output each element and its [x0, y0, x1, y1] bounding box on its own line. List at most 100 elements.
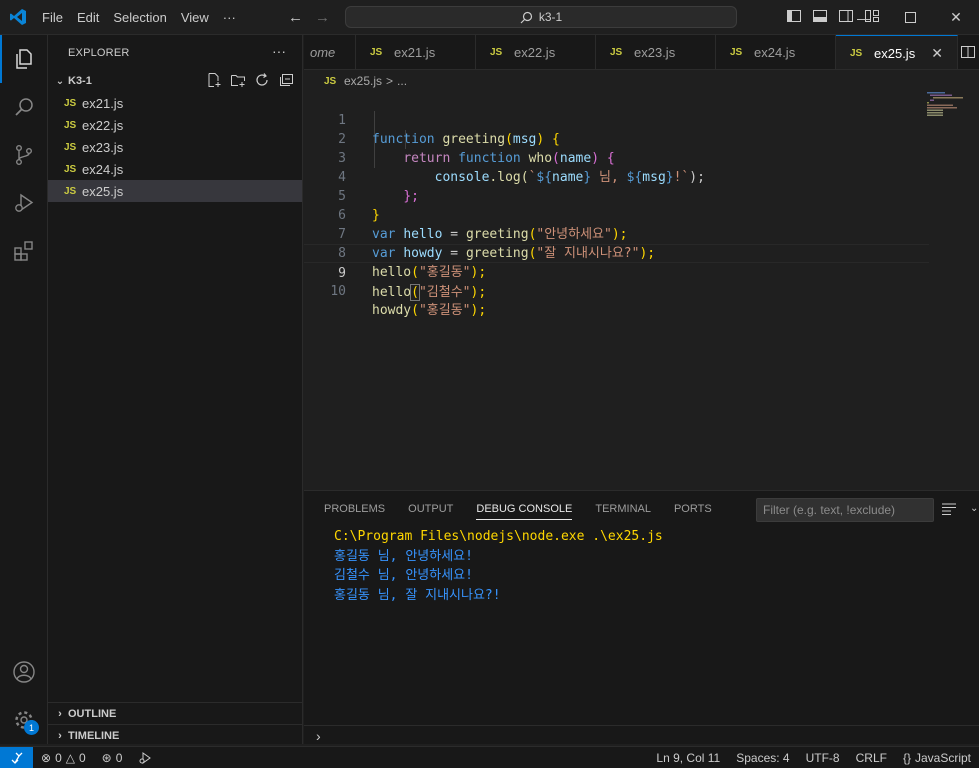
minimap[interactable]	[927, 92, 967, 116]
debug-console-output: C:\Program Files\nodejs\node.exe .\ex25.…	[334, 527, 663, 605]
vscode-logo-icon	[0, 0, 35, 35]
debug-status-icon[interactable]	[130, 747, 160, 768]
file-item-ex22[interactable]: JS ex22.js	[48, 114, 302, 136]
console-input[interactable]: ›	[304, 725, 979, 745]
explorer-sidebar: EXPLORER ··· ⌄ K3-1 JS ex21.js JS ex22.js …	[48, 35, 303, 744]
breadcrumb-separator: >	[386, 74, 394, 88]
status-bar: ⊗ 0 △ 0 ⊛ 0 Ln 9, Col 11 Spaces: 4 UTF-8…	[0, 746, 979, 768]
broadcast-icon: ⊛	[101, 750, 112, 765]
tab-terminal[interactable]: TERMINAL	[595, 503, 651, 515]
tab-ex23[interactable]: JS ex23.js	[596, 35, 716, 69]
js-file-icon: JS	[64, 141, 77, 153]
refresh-icon[interactable]	[254, 72, 270, 91]
command-center-search[interactable]: k3-1	[345, 6, 737, 28]
activity-bar: 1	[0, 35, 48, 744]
file-item-ex24[interactable]: JS ex24.js	[48, 158, 302, 180]
source-control-icon[interactable]	[0, 131, 48, 179]
tab-ex24[interactable]: JS ex24.js	[716, 35, 836, 69]
timeline-label: TIMELINE	[68, 729, 120, 742]
braces-icon: {}	[902, 751, 911, 765]
error-count: 0	[55, 750, 62, 765]
extensions-icon[interactable]	[0, 227, 48, 275]
js-file-icon: JS	[730, 47, 743, 58]
outline-section[interactable]: › OUTLINE	[48, 702, 303, 724]
close-tab-icon[interactable]: ✕	[931, 45, 943, 62]
file-item-ex25[interactable]: JS ex25.js	[48, 180, 302, 202]
warning-count: 0	[78, 750, 86, 765]
js-file-icon: JS	[64, 185, 77, 197]
language-mode[interactable]: {} JavaScript	[895, 747, 979, 768]
js-file-icon: JS	[370, 47, 383, 58]
toggle-primary-sidebar-icon[interactable]	[786, 8, 802, 27]
console-output-line: 홍길동 님, 안녕하세요!	[334, 548, 473, 564]
breadcrumb-file[interactable]: ex25.js	[344, 74, 382, 88]
code-editor[interactable]: 1 function greeting(msg) { 2 return func…	[304, 92, 979, 490]
accounts-icon[interactable]	[0, 648, 48, 696]
cursor-position[interactable]: Ln 9, Col 11	[648, 747, 728, 768]
menu-selection[interactable]: Selection	[106, 0, 173, 35]
collapse-all-icon[interactable]	[278, 72, 294, 91]
folder-k3-1[interactable]: ⌄ K3-1	[48, 70, 302, 92]
tab-output[interactable]: OUTPUT	[408, 503, 453, 515]
tab-partial[interactable]: ome	[304, 35, 356, 69]
clear-console-icon[interactable]	[942, 503, 956, 518]
menu-file[interactable]: File	[35, 0, 70, 35]
breadcrumb-more[interactable]: ...	[397, 74, 407, 88]
toggle-panel-icon[interactable]	[812, 8, 828, 27]
tab-ports[interactable]: PORTS	[674, 503, 712, 515]
tab-ex25[interactable]: JS ex25.js ✕	[836, 35, 958, 69]
manage-gear-icon[interactable]: 1	[0, 696, 48, 744]
js-file-icon: JS	[64, 97, 77, 109]
line-ending[interactable]: CRLF	[848, 747, 895, 768]
js-file-icon: JS	[610, 47, 623, 58]
notification-badge: 1	[24, 720, 39, 735]
file-label: ex25.js	[82, 183, 124, 199]
back-arrow-icon[interactable]: ←	[288, 9, 303, 26]
file-item-ex23[interactable]: JS ex23.js	[48, 136, 302, 158]
split-editor-icon[interactable]	[958, 35, 978, 69]
tab-ex21[interactable]: JS ex21.js	[356, 35, 476, 69]
explorer-icon[interactable]	[0, 35, 48, 83]
search-activity-icon[interactable]	[0, 83, 48, 131]
file-item-ex21[interactable]: JS ex21.js	[48, 92, 302, 114]
code-line: 3 console.log(`${name} 님, ${msg}!`);	[304, 130, 929, 185]
ports-status[interactable]: ⊛ 0	[94, 747, 131, 768]
menu-edit[interactable]: Edit	[70, 0, 106, 35]
tab-label: ex23.js	[634, 45, 676, 60]
encoding[interactable]: UTF-8	[798, 747, 848, 768]
menu-more[interactable]: ···	[216, 0, 243, 35]
new-folder-icon[interactable]	[230, 72, 246, 91]
tab-label: ex21.js	[394, 45, 436, 60]
code-line: 8 hello("홍길동");	[304, 225, 929, 280]
tab-debug-console[interactable]: DEBUG CONSOLE	[476, 503, 573, 520]
js-file-icon: JS	[850, 47, 863, 59]
console-filter-input[interactable]: Filter (e.g. text, !exclude)	[756, 498, 934, 522]
search-icon	[520, 11, 532, 23]
code-line: 4 };	[304, 149, 929, 204]
file-label: ex21.js	[82, 95, 124, 111]
line-number: 10	[330, 284, 346, 299]
bottom-panel: PROBLEMS OUTPUT DEBUG CONSOLE TERMINAL P…	[304, 490, 979, 744]
close-window-button[interactable]: ✕	[933, 0, 979, 35]
js-file-icon: JS	[64, 119, 77, 131]
problems-status[interactable]: ⊗ 0 △ 0	[33, 747, 94, 768]
panel-more-icon[interactable]: ⌄	[970, 503, 978, 518]
indentation[interactable]: Spaces: 4	[728, 747, 797, 768]
remote-indicator-icon[interactable]	[0, 746, 33, 768]
title-bar: File Edit Selection View ··· ← → k3-1 — …	[0, 0, 979, 35]
more-actions-icon[interactable]: ···	[272, 43, 286, 59]
tab-problems[interactable]: PROBLEMS	[324, 503, 385, 515]
menu-view[interactable]: View	[174, 0, 216, 35]
forward-arrow-icon[interactable]: →	[315, 9, 330, 26]
chevron-right-icon: ›	[58, 729, 62, 742]
code-line: 1 function greeting(msg) {	[304, 92, 929, 147]
maximize-button[interactable]	[887, 0, 933, 35]
run-debug-icon[interactable]	[0, 179, 48, 227]
code-line: 2 return function who(name) {	[304, 111, 929, 166]
new-file-icon[interactable]	[206, 72, 222, 91]
minimize-button[interactable]: —	[841, 0, 887, 35]
tab-ex22[interactable]: JS ex22.js	[476, 35, 596, 69]
js-file-icon: JS	[490, 47, 503, 58]
file-label: ex22.js	[82, 117, 124, 133]
timeline-section[interactable]: › TIMELINE	[48, 724, 303, 746]
